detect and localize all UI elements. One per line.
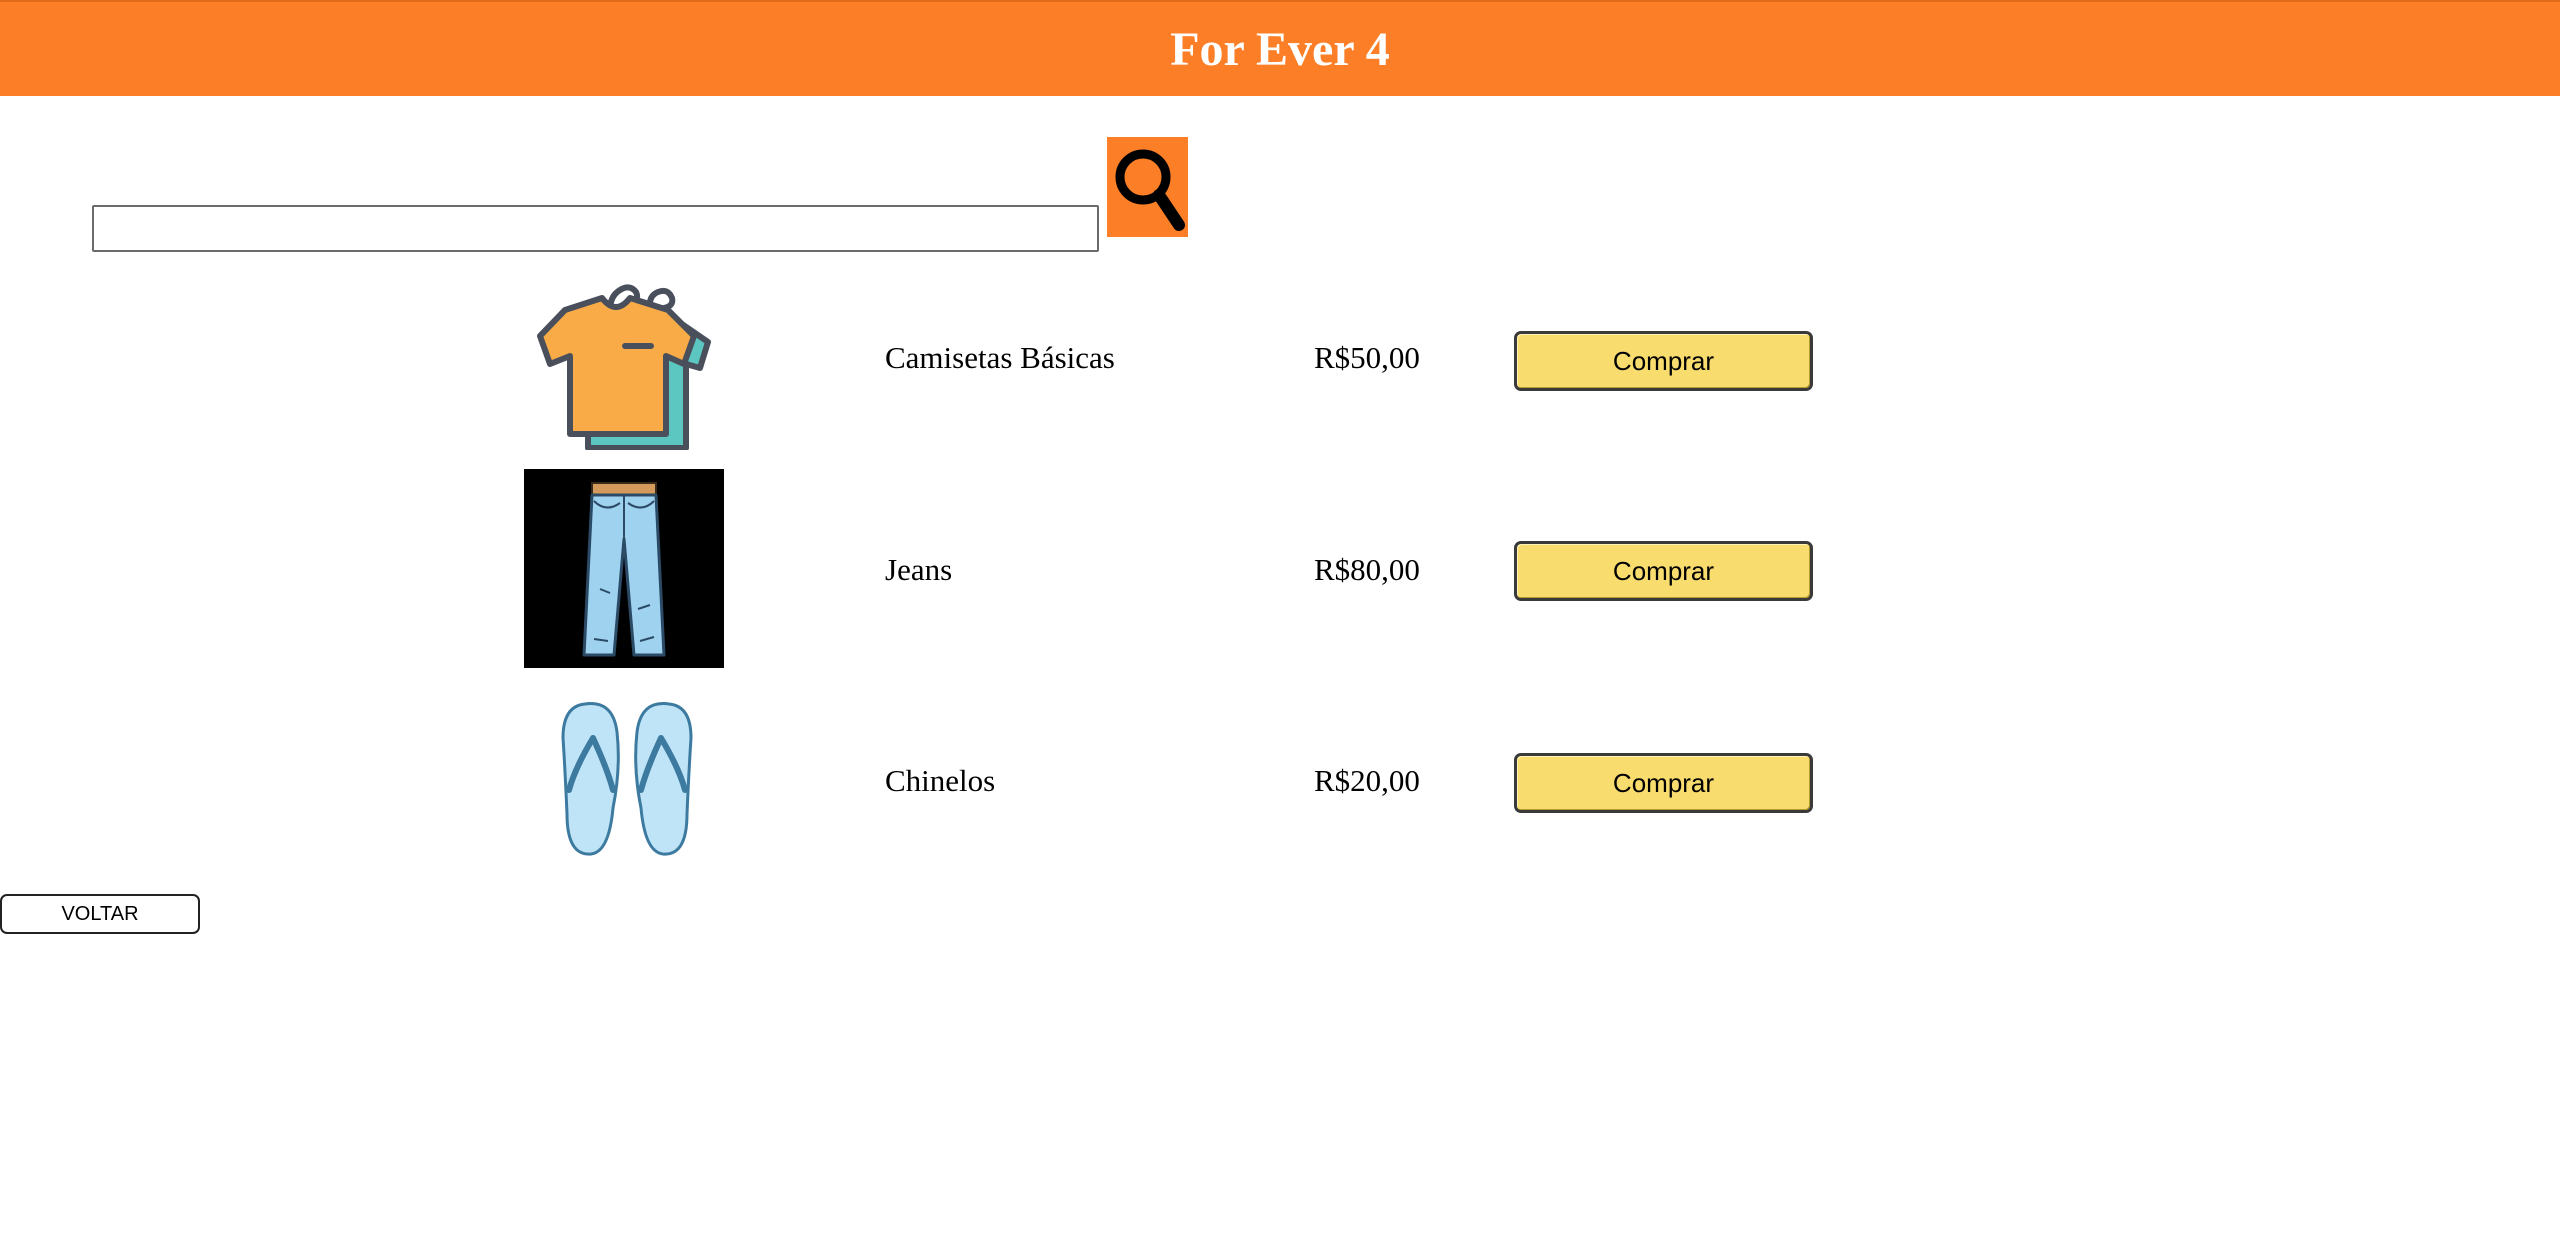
product-price: R$80,00: [1314, 552, 1420, 587]
page-header: For Ever 4: [0, 0, 2560, 96]
product-price: R$20,00: [1314, 763, 1420, 798]
product-image: [530, 270, 715, 455]
jeans-icon: [524, 469, 724, 668]
search-button[interactable]: [1107, 137, 1188, 237]
buy-button[interactable]: Comprar: [1514, 331, 1813, 391]
buy-button[interactable]: Comprar: [1514, 541, 1813, 601]
product-price: R$50,00: [1314, 340, 1420, 375]
product-row: Chinelos R$20,00 Comprar: [0, 698, 2560, 862]
search-icon: [1115, 149, 1185, 231]
product-name: Camisetas Básicas: [885, 340, 1115, 375]
buy-button[interactable]: Comprar: [1514, 753, 1813, 813]
search-input[interactable]: [92, 205, 1099, 252]
tshirt-icon: [537, 284, 711, 451]
flip-flops-icon: [561, 702, 693, 856]
product-row: Camisetas Básicas R$50,00 Comprar: [0, 270, 2560, 451]
product-name: Jeans: [885, 552, 953, 587]
product-name: Chinelos: [885, 763, 996, 798]
product-image: [524, 469, 724, 673]
product-image: [555, 698, 699, 863]
page-title: For Ever 4: [1170, 22, 1390, 76]
back-button[interactable]: VOLTAR: [0, 894, 200, 934]
product-row: Jeans R$80,00 Comprar: [0, 469, 2560, 668]
